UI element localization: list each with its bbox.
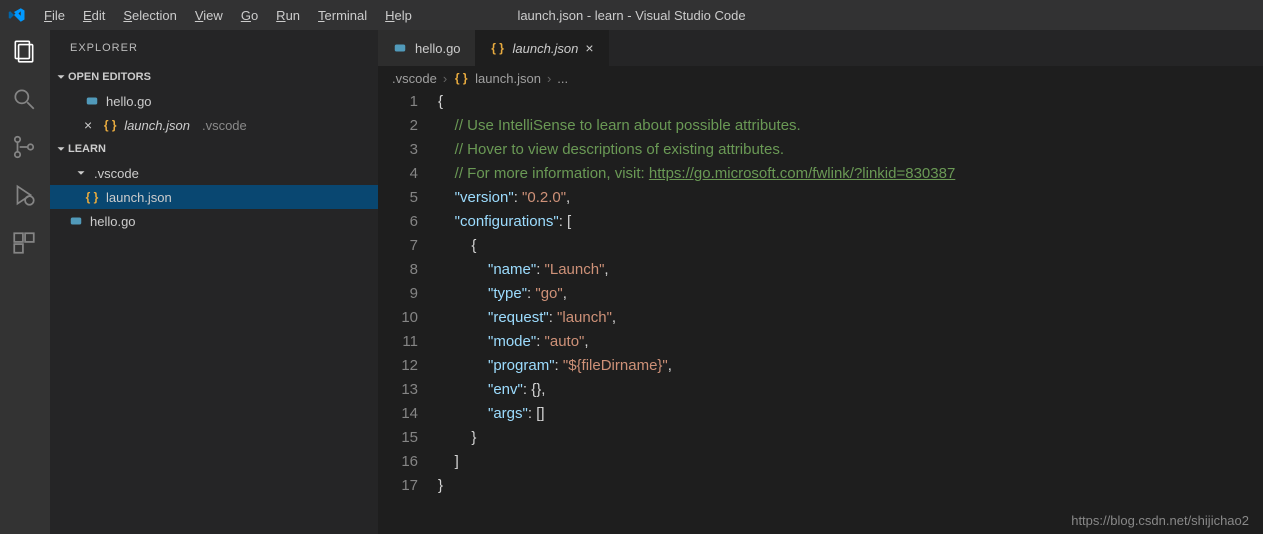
breadcrumb-more[interactable]: ... — [557, 71, 568, 86]
tab-bar: hello.go { } launch.json × — [378, 30, 1263, 66]
chevron-right-icon: › — [443, 71, 447, 86]
run-debug-icon[interactable] — [11, 182, 39, 210]
tab-hello[interactable]: hello.go — [378, 30, 476, 66]
folder-label: .vscode — [94, 166, 139, 181]
search-icon[interactable] — [11, 86, 39, 114]
explorer-icon[interactable] — [11, 38, 39, 66]
open-editor-hello[interactable]: hello.go — [50, 89, 378, 113]
tab-launch[interactable]: { } launch.json × — [476, 30, 609, 66]
breadcrumbs[interactable]: .vscode › { } launch.json › ... — [378, 66, 1263, 90]
file-label: launch.json — [106, 190, 172, 205]
json-file-icon: { } — [102, 117, 118, 133]
menu-selection[interactable]: Selection — [115, 4, 184, 27]
close-icon[interactable]: × — [84, 117, 92, 133]
open-editor-launch[interactable]: × { } launch.json .vscode — [50, 113, 378, 137]
chevron-down-icon — [54, 70, 68, 84]
open-editor-suffix: .vscode — [202, 118, 247, 133]
window-title: launch.json - learn - Visual Studio Code — [517, 8, 745, 23]
breadcrumb-folder[interactable]: .vscode — [392, 71, 437, 86]
open-editors-header[interactable]: OPEN EDITORS — [50, 65, 378, 89]
sidebar-title: EXPLORER — [50, 30, 378, 65]
editor: hello.go { } launch.json × .vscode › { }… — [378, 30, 1263, 534]
json-file-icon: { } — [490, 40, 506, 56]
menu-edit[interactable]: Edit — [75, 4, 113, 27]
tab-label: launch.json — [513, 41, 579, 56]
watermark: https://blog.csdn.net/shijichao2 — [1071, 513, 1249, 528]
json-file-icon: { } — [453, 70, 469, 86]
menu-file[interactable]: File — [36, 4, 73, 27]
go-file-icon — [392, 40, 408, 56]
go-file-icon — [68, 213, 84, 229]
menubar: File Edit Selection View Go Run Terminal… — [36, 4, 420, 27]
close-icon[interactable]: × — [585, 40, 593, 56]
menu-go[interactable]: Go — [233, 4, 266, 27]
open-editor-label: hello.go — [106, 94, 152, 109]
menu-run[interactable]: Run — [268, 4, 308, 27]
file-hello-go[interactable]: hello.go — [50, 209, 378, 233]
code-content[interactable]: { // Use IntelliSense to learn about pos… — [438, 90, 1263, 534]
line-gutter: 1234567891011121314151617 — [378, 90, 438, 534]
project-title: LEARN — [68, 143, 106, 155]
activity-bar — [0, 30, 50, 534]
vscode-logo-icon — [8, 6, 26, 24]
open-editor-label: launch.json — [124, 118, 190, 133]
menu-terminal[interactable]: Terminal — [310, 4, 375, 27]
breadcrumb-file[interactable]: launch.json — [475, 71, 541, 86]
open-editors-label: OPEN EDITORS — [68, 71, 151, 83]
extensions-icon[interactable] — [11, 230, 39, 258]
tab-label: hello.go — [415, 41, 461, 56]
chevron-right-icon: › — [547, 71, 551, 86]
folder-vscode[interactable]: .vscode — [50, 161, 378, 185]
project-header[interactable]: LEARN — [50, 137, 378, 161]
titlebar: File Edit Selection View Go Run Terminal… — [0, 0, 1263, 30]
go-file-icon — [84, 93, 100, 109]
file-label: hello.go — [90, 214, 136, 229]
source-control-icon[interactable] — [11, 134, 39, 162]
json-file-icon: { } — [84, 189, 100, 205]
code-editor[interactable]: 1234567891011121314151617 { // Use Intel… — [378, 90, 1263, 534]
chevron-down-icon — [74, 166, 88, 180]
sidebar: EXPLORER OPEN EDITORS hello.go × { } lau… — [50, 30, 378, 534]
file-launch-json[interactable]: { } launch.json — [50, 185, 378, 209]
menu-view[interactable]: View — [187, 4, 231, 27]
chevron-down-icon — [54, 142, 68, 156]
menu-help[interactable]: Help — [377, 4, 420, 27]
